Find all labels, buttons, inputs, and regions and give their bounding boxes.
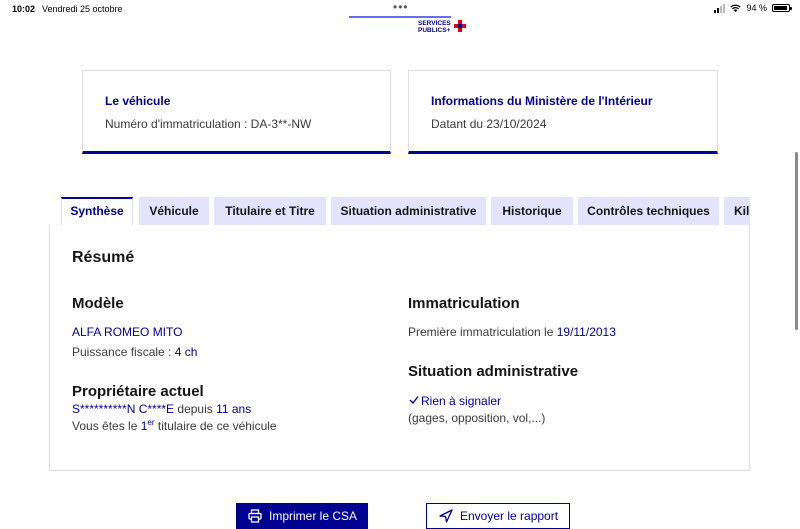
vehicle-card: Le véhicule Numéro d'immatriculation : D… bbox=[82, 70, 391, 154]
owner-name: S**********N C****E bbox=[72, 402, 175, 416]
services-publics-logo[interactable]: SERVICES PUBLICS+ bbox=[418, 20, 451, 34]
fiscal-power: Puissance fiscale : 4 ch bbox=[72, 345, 198, 359]
multitasking-dots-icon[interactable]: ••• bbox=[393, 0, 409, 14]
tab-titulaire-titre[interactable]: Titulaire et Titre bbox=[214, 197, 326, 225]
owner-line: S**********N C****E depuis 11 ans bbox=[72, 402, 252, 416]
printer-icon bbox=[248, 509, 262, 523]
print-csa-label: Imprimer le CSA bbox=[269, 509, 358, 523]
status-date: Vendredi 25 octobre bbox=[42, 4, 123, 14]
send-report-label: Envoyer le rapport bbox=[460, 509, 559, 523]
header-accent-line bbox=[349, 16, 451, 18]
logo-cross-icon bbox=[454, 20, 466, 32]
status-indicators: 94 % bbox=[714, 3, 792, 13]
tab-vehicule[interactable]: Véhicule bbox=[139, 197, 209, 225]
fiscal-power-value: 4 ch bbox=[174, 345, 198, 359]
wifi-icon bbox=[730, 4, 742, 12]
print-csa-button[interactable]: Imprimer le CSA bbox=[236, 503, 368, 529]
admin-status-heading: Situation administrative bbox=[408, 363, 579, 380]
ministry-card: Informations du Ministère de l'Intérieur… bbox=[408, 70, 718, 154]
owner-heading: Propriétaire actuel bbox=[72, 383, 204, 400]
tab-bar: Synthèse Véhicule Titulaire et Titre Sit… bbox=[61, 197, 750, 225]
first-registration: Première immatriculation le 19/11/2013 bbox=[408, 325, 616, 339]
tab-controles-techniques[interactable]: Contrôles techniques bbox=[578, 197, 719, 225]
scroll-indicator[interactable] bbox=[795, 152, 798, 330]
summary-title: Résumé bbox=[72, 249, 135, 266]
tab-situation-administrative[interactable]: Situation administrative bbox=[331, 197, 486, 225]
tab-synthese[interactable]: Synthèse bbox=[61, 197, 133, 225]
registration-heading: Immatriculation bbox=[408, 295, 520, 312]
vehicle-card-title: Le véhicule bbox=[105, 94, 171, 108]
model-name: ALFA ROMEO MITO bbox=[72, 325, 183, 339]
admin-status-detail: (gages, opposition, vol,...) bbox=[408, 411, 546, 425]
owner-rank: Vous êtes le 1er titulaire de ce véhicul… bbox=[72, 418, 277, 433]
send-report-button[interactable]: Envoyer le rapport bbox=[426, 503, 570, 529]
first-registration-date: 19/11/2013 bbox=[556, 325, 616, 339]
check-icon bbox=[409, 396, 419, 405]
ministry-card-title: Informations du Ministère de l'Intérieur bbox=[431, 94, 653, 108]
admin-status-value: Rien à signaler bbox=[421, 394, 502, 408]
model-heading: Modèle bbox=[72, 295, 124, 312]
cellular-signal-icon bbox=[714, 3, 726, 13]
registration-number: Numéro d'immatriculation : DA-3**-NW bbox=[105, 117, 312, 131]
tab-historique[interactable]: Historique bbox=[491, 197, 573, 225]
status-time: 10:02 bbox=[12, 4, 36, 14]
send-icon bbox=[439, 509, 453, 523]
owner-duration: 11 ans bbox=[216, 402, 252, 416]
battery-icon bbox=[772, 4, 792, 12]
ministry-date: Datant du 23/10/2024 bbox=[431, 117, 547, 131]
battery-percent: 94 % bbox=[746, 3, 767, 13]
admin-status: Rien à signaler bbox=[409, 394, 501, 408]
tab-kilometrage[interactable]: Kilo bbox=[724, 197, 750, 225]
